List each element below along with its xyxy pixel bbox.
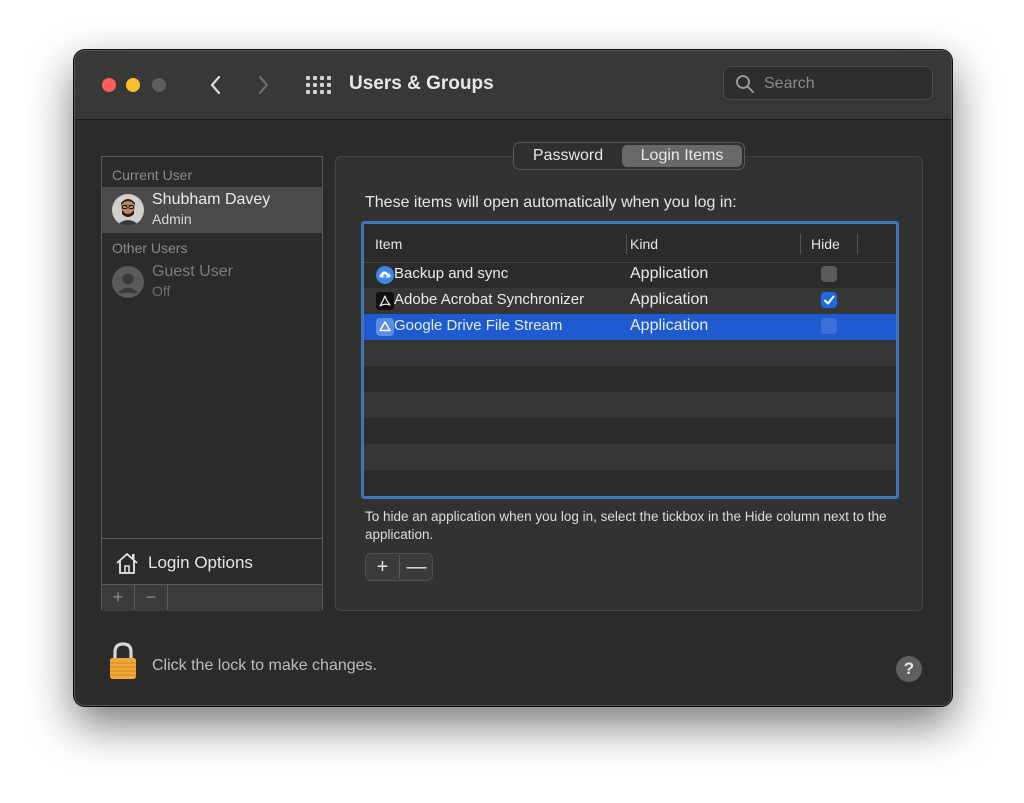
item-name: Backup and sync bbox=[394, 265, 509, 282]
column-separator bbox=[626, 234, 627, 254]
table-row[interactable]: Backup and sync Application bbox=[364, 262, 896, 288]
login-options-item[interactable]: Login Options bbox=[102, 538, 322, 585]
window-title: Users & Groups bbox=[349, 73, 494, 94]
login-options-label: Login Options bbox=[148, 553, 253, 572]
lock-message: Click the lock to make changes. bbox=[152, 657, 377, 674]
lock-icon[interactable] bbox=[108, 641, 138, 681]
user-row-guest[interactable]: Guest User Off bbox=[102, 259, 322, 305]
column-hide[interactable]: Hide bbox=[811, 236, 840, 252]
empty-row bbox=[364, 470, 896, 496]
user-role: Off bbox=[152, 283, 171, 299]
remove-user-button[interactable]: − bbox=[135, 585, 168, 610]
table-row[interactable]: Google Drive File Stream Application bbox=[364, 314, 896, 340]
chevron-right-icon bbox=[258, 75, 269, 95]
grid-icon bbox=[306, 76, 331, 94]
add-user-button[interactable]: + bbox=[102, 585, 135, 610]
google-drive-icon bbox=[376, 318, 394, 336]
empty-row bbox=[364, 340, 896, 366]
users-list: Current User Shubham Davey Admin Other U… bbox=[101, 156, 323, 611]
table-row[interactable]: Adobe Acrobat Synchronizer Application bbox=[364, 288, 896, 314]
show-all-button[interactable] bbox=[305, 75, 331, 95]
tab-password[interactable]: Password bbox=[518, 145, 618, 167]
column-separator bbox=[800, 234, 801, 254]
preferences-window: Users & Groups Current User Shubham Dave… bbox=[74, 50, 952, 706]
column-kind[interactable]: Kind bbox=[630, 236, 658, 252]
avatar bbox=[112, 194, 144, 226]
tab-login-items[interactable]: Login Items bbox=[622, 145, 742, 167]
acrobat-icon bbox=[376, 292, 394, 310]
item-kind: Application bbox=[630, 265, 709, 282]
close-button[interactable] bbox=[102, 78, 116, 92]
search-input[interactable] bbox=[762, 72, 926, 96]
item-name: Google Drive File Stream bbox=[394, 317, 563, 334]
table-header: Item Kind Hide bbox=[364, 224, 896, 263]
empty-row bbox=[364, 366, 896, 392]
user-name: Guest User bbox=[152, 263, 233, 280]
house-icon bbox=[116, 553, 138, 574]
search-field[interactable] bbox=[723, 66, 933, 100]
tab-bar: Password Login Items bbox=[513, 142, 745, 170]
hide-hint-text: To hide an application when you log in, … bbox=[365, 509, 887, 542]
login-items-add-remove: + — bbox=[365, 553, 433, 581]
zoom-button[interactable] bbox=[152, 78, 166, 92]
hide-checkbox[interactable] bbox=[821, 292, 837, 308]
empty-row bbox=[364, 418, 896, 444]
user-role: Admin bbox=[152, 211, 192, 227]
login-items-table[interactable]: Item Kind Hide Backup and sync Applicati… bbox=[361, 221, 899, 499]
empty-row bbox=[364, 392, 896, 418]
forward-button[interactable] bbox=[250, 69, 276, 101]
cloud-upload-icon bbox=[376, 266, 394, 284]
hide-checkbox[interactable] bbox=[821, 318, 837, 334]
remove-login-item-button[interactable]: — bbox=[400, 555, 433, 579]
minimize-button[interactable] bbox=[126, 78, 140, 92]
item-kind: Application bbox=[630, 291, 709, 308]
back-button[interactable] bbox=[203, 69, 229, 101]
current-user-label: Current User bbox=[112, 167, 193, 183]
add-login-item-button[interactable]: + bbox=[366, 555, 400, 579]
users-toolbar: + − bbox=[102, 584, 322, 611]
column-separator bbox=[857, 234, 858, 254]
user-row-current[interactable]: Shubham Davey Admin bbox=[102, 187, 322, 233]
login-items-intro: These items will open automatically when… bbox=[365, 194, 737, 211]
user-name: Shubham Davey bbox=[152, 191, 271, 208]
title-bar: Users & Groups bbox=[75, 51, 951, 120]
guest-avatar-icon bbox=[112, 266, 144, 298]
empty-row bbox=[364, 444, 896, 470]
hide-checkbox[interactable] bbox=[821, 266, 837, 282]
search-icon bbox=[736, 75, 754, 93]
checkmark-icon bbox=[824, 295, 835, 305]
chevron-left-icon bbox=[210, 75, 221, 95]
item-name: Adobe Acrobat Synchronizer bbox=[394, 291, 585, 308]
item-kind: Application bbox=[630, 317, 709, 334]
column-item[interactable]: Item bbox=[375, 236, 402, 252]
help-button[interactable]: ? bbox=[896, 656, 922, 682]
other-users-label: Other Users bbox=[112, 240, 188, 256]
